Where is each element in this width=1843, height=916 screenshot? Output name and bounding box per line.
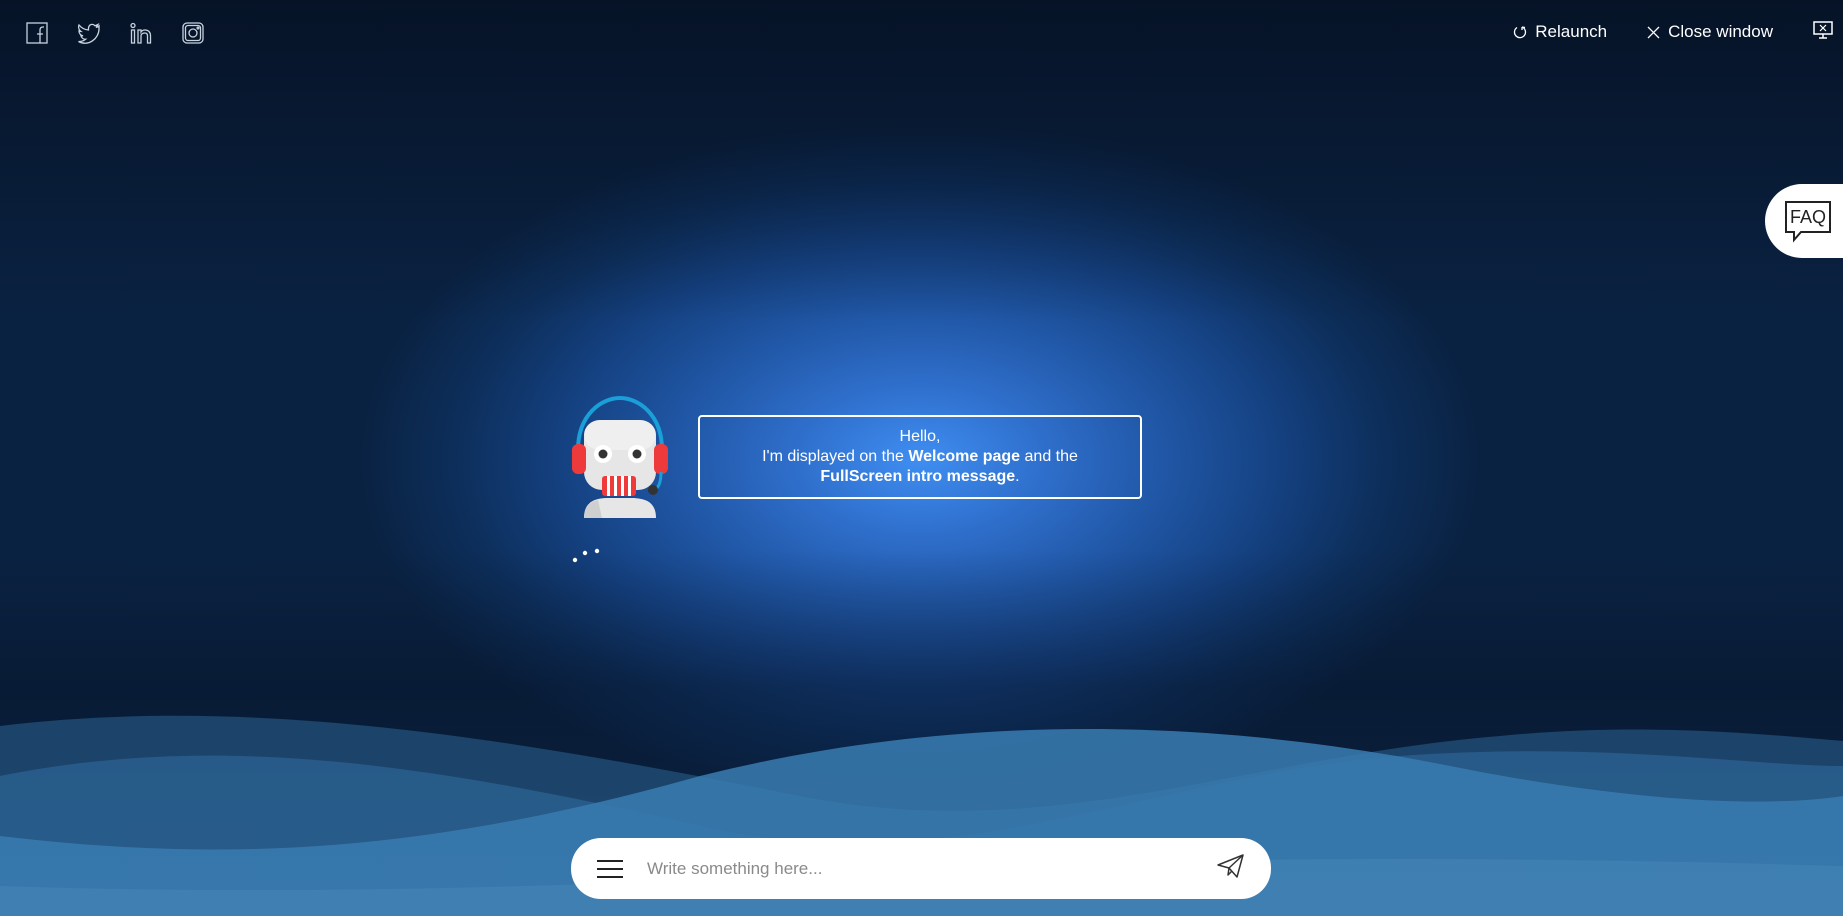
refresh-icon xyxy=(1514,26,1527,39)
screen-toggle-button[interactable] xyxy=(1813,20,1833,44)
window-controls: Relaunch Close window xyxy=(1513,20,1843,44)
facebook-icon[interactable] xyxy=(24,20,50,46)
social-links xyxy=(24,20,206,46)
instagram-icon[interactable] xyxy=(180,20,206,46)
close-window-label: Close window xyxy=(1668,22,1773,41)
faq-label: FAQ xyxy=(1790,207,1826,227)
screen-toggle-icon xyxy=(1813,20,1833,39)
twitter-icon[interactable] xyxy=(76,20,102,46)
close-icon xyxy=(1647,26,1660,38)
send-button[interactable] xyxy=(1217,854,1245,883)
message-composer xyxy=(571,838,1271,899)
message-text: and the xyxy=(1020,448,1078,465)
linkedin-icon[interactable] xyxy=(128,20,154,46)
relaunch-label: Relaunch xyxy=(1535,22,1608,41)
message-line-2: I'm displayed on the Welcome page and th… xyxy=(700,447,1140,467)
support-bot-avatar xyxy=(572,395,668,518)
fullscreen-intro-emphasis: FullScreen intro message xyxy=(820,468,1016,485)
message-text: I'm displayed on the xyxy=(762,448,909,465)
relaunch-button[interactable]: Relaunch xyxy=(1513,22,1607,42)
faq-speech-bubble-icon: FAQ xyxy=(1785,201,1831,243)
intro-message-bubble: Hello, I'm displayed on the Welcome page… xyxy=(698,415,1142,499)
greeting-line: Hello, xyxy=(700,427,1140,447)
faq-button[interactable]: FAQ xyxy=(1765,184,1843,258)
hamburger-menu-icon[interactable] xyxy=(597,854,623,884)
typing-indicator xyxy=(572,548,600,563)
paper-plane-send-icon xyxy=(1217,854,1244,878)
close-window-button[interactable]: Close window xyxy=(1647,22,1773,42)
greeting-text: Hello, xyxy=(899,428,941,445)
welcome-page-emphasis: Welcome page xyxy=(908,448,1021,465)
message-period: . xyxy=(1015,468,1020,485)
message-line-3: FullScreen intro message. xyxy=(700,467,1140,487)
message-input[interactable] xyxy=(647,858,1207,879)
